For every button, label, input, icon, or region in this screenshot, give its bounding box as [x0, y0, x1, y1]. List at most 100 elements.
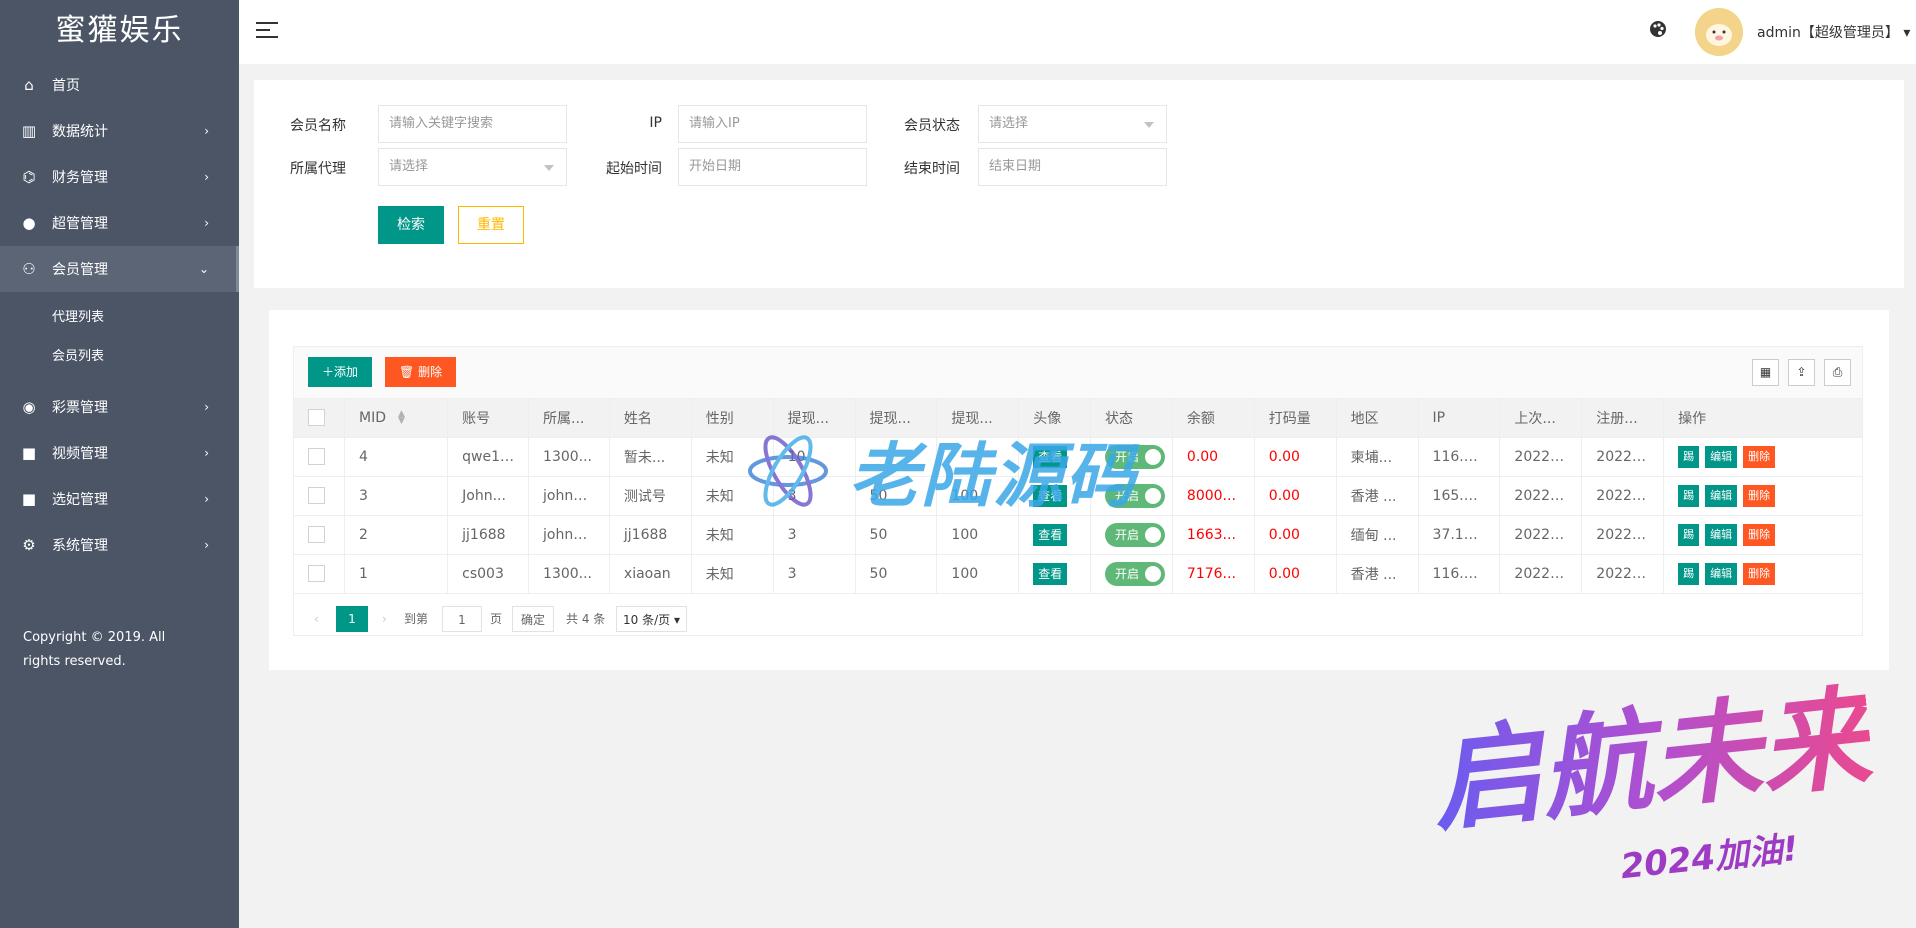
column-header: 账号	[447, 399, 530, 438]
table-cell: John...	[447, 476, 530, 516]
bank-icon: ⌬	[22, 168, 36, 186]
member-name-input[interactable]: 请输入关键字搜索	[378, 105, 567, 143]
delete-row-button[interactable]: 删除	[1743, 562, 1776, 585]
edit-button[interactable]: 编辑	[1705, 484, 1738, 507]
sidebar-item-label: 超管管理	[52, 216, 108, 232]
sidebar-item-system[interactable]: ⚙ 系统管理 ›	[0, 522, 239, 568]
row-checkbox[interactable]	[308, 565, 325, 582]
video-icon: ■	[21, 444, 37, 462]
status-switch[interactable]: 开启	[1105, 522, 1166, 547]
kick-button[interactable]: 踢	[1678, 445, 1700, 468]
sidebar-item-lottery[interactable]: ◉ 彩票管理 ›	[0, 384, 239, 430]
palette-icon[interactable]	[1649, 20, 1667, 43]
page-current[interactable]: 1	[336, 606, 368, 632]
table-cell: 8000...	[1172, 476, 1255, 516]
table-cell: 测试号	[609, 476, 692, 516]
agent-select[interactable]: 请选择	[378, 148, 567, 186]
total-count: 共 4 条	[566, 612, 606, 626]
column-header: 打码量	[1254, 399, 1337, 438]
prev-page-icon[interactable]: ‹	[314, 606, 319, 632]
row-checkbox[interactable]	[308, 448, 325, 465]
menu-toggle-icon[interactable]	[256, 22, 278, 40]
actions-cell: 踢编辑 删除	[1663, 437, 1862, 477]
reset-button[interactable]: 重置	[458, 206, 524, 244]
delete-row-button[interactable]: 删除	[1743, 484, 1776, 507]
column-header: 姓名	[609, 399, 692, 438]
sidebar-item-admins[interactable]: ● 超管管理 ›	[0, 200, 239, 246]
page-jump-input[interactable]: 1	[442, 606, 482, 632]
next-page-icon[interactable]: ›	[382, 606, 387, 632]
columns-filter-icon[interactable]: ▦	[1752, 359, 1779, 386]
export-icon[interactable]: ⇪	[1788, 359, 1815, 386]
table-cell: 2022-...	[1499, 437, 1583, 477]
end-date-input[interactable]: 结束日期	[978, 148, 1167, 186]
sidebar-item-label: 选妃管理	[52, 492, 108, 508]
table-cell: 0.00	[1254, 554, 1337, 594]
select-all-checkbox[interactable]	[308, 409, 325, 427]
sidebar-subitem-agents[interactable]: 代理列表	[0, 298, 239, 337]
sidebar-item-home[interactable]: ⌂ 首页	[0, 62, 239, 108]
chevron-right-icon: ›	[204, 446, 209, 460]
table-cell: 1663...	[1172, 515, 1255, 555]
table-cell: qwe123	[447, 437, 530, 477]
ip-input[interactable]: 请输入IP	[678, 105, 867, 143]
table-cell: john520	[528, 515, 610, 555]
center-watermark-text: 老陆源码	[849, 435, 1137, 517]
sidebar-item-label: 首页	[52, 78, 80, 94]
sidebar-subitem-members[interactable]: 会员列表	[0, 337, 239, 376]
top-header: admin【超级管理员】 ▾	[239, 0, 1916, 64]
plus-icon: ＋	[322, 365, 335, 379]
kick-button[interactable]: 踢	[1678, 523, 1700, 546]
view-avatar-button[interactable]: 查看	[1033, 562, 1068, 585]
sidebar-item-finance[interactable]: ⌬ 财务管理 ›	[0, 154, 239, 200]
kick-button[interactable]: 踢	[1678, 562, 1700, 585]
row-checkbox[interactable]	[308, 526, 325, 543]
edit-button[interactable]: 编辑	[1705, 523, 1738, 546]
delete-row-button[interactable]: 删除	[1743, 445, 1776, 468]
chevron-right-icon: ›	[204, 492, 209, 506]
table-cell: 0.00	[1254, 476, 1337, 516]
table-cell: 0.00	[1254, 437, 1337, 477]
sidebar-item-select[interactable]: ■ 选妃管理 ›	[0, 476, 239, 522]
chevron-right-icon: ›	[204, 538, 209, 552]
view-avatar-button[interactable]: 查看	[1033, 523, 1068, 546]
corner-watermark-text: 启航未来	[1423, 647, 1877, 852]
search-button[interactable]: 检索	[378, 206, 444, 244]
sidebar-item-video[interactable]: ■ 视频管理 ›	[0, 430, 239, 476]
member-status-select[interactable]: 请选择	[978, 105, 1167, 143]
row-checkbox[interactable]	[308, 487, 325, 504]
kick-button[interactable]: 踢	[1678, 484, 1700, 507]
avatar[interactable]	[1695, 8, 1743, 56]
edit-button[interactable]: 编辑	[1705, 562, 1738, 585]
column-header: 余额	[1172, 399, 1255, 438]
table-cell: 4	[344, 437, 449, 477]
sort-icon[interactable]: ▲ ▼	[398, 409, 405, 425]
delete-button[interactable]: 🗑 删除	[385, 357, 457, 387]
edit-button[interactable]: 编辑	[1705, 445, 1738, 468]
sidebar-item-stats[interactable]: ▥ 数据统计 ›	[0, 108, 239, 154]
column-header: 操作	[1663, 399, 1862, 438]
status-switch[interactable]: 开启	[1105, 561, 1166, 586]
column-header: IP	[1418, 399, 1501, 438]
chevron-right-icon: ›	[204, 216, 209, 230]
column-header: 注册...	[1581, 399, 1665, 438]
column-header[interactable]: MID ▲ ▼	[344, 399, 449, 438]
user-menu[interactable]: admin【超级管理员】 ▾	[1757, 22, 1910, 42]
start-date-input[interactable]: 开始日期	[678, 148, 867, 186]
page-size-select[interactable]: 10 条/页 ▾	[616, 606, 687, 632]
user-name-label: admin【超级管理员】	[1757, 25, 1899, 41]
table-cell: cs003	[447, 554, 530, 594]
agent-label: 所属代理	[290, 161, 346, 177]
table-cell: 香港 ...	[1336, 554, 1419, 594]
page-confirm-button[interactable]: 确定	[512, 606, 555, 632]
table-cell: 1300...	[528, 554, 610, 594]
avatar-cell: 查看	[1018, 554, 1092, 594]
delete-label: 删除	[418, 365, 443, 379]
print-icon[interactable]: ⎙	[1824, 359, 1851, 386]
users-icon: ⚇	[22, 260, 36, 278]
sidebar-item-members[interactable]: ⚇ 会员管理 ⌄	[0, 246, 239, 292]
member-status-label: 会员状态	[904, 118, 960, 134]
table-cell: xiaoan	[609, 554, 692, 594]
delete-row-button[interactable]: 删除	[1743, 523, 1776, 546]
add-button[interactable]: ＋添加	[308, 357, 373, 387]
